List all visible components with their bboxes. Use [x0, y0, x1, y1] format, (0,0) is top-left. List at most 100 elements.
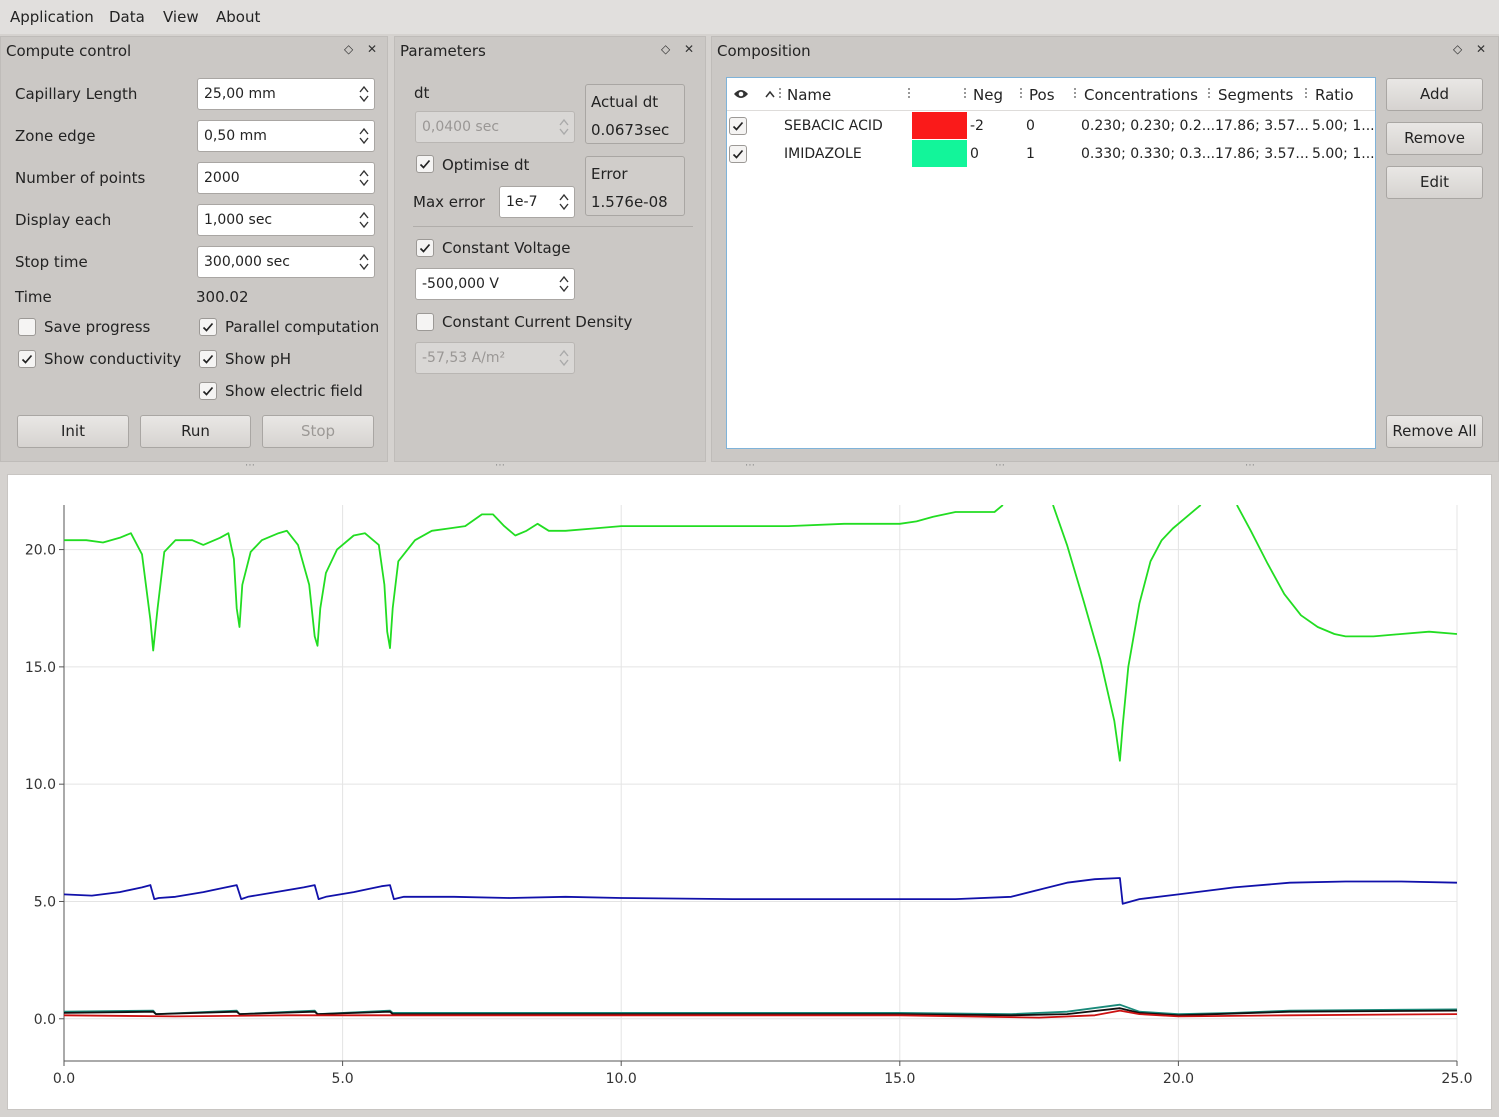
column-header-segments[interactable]: Segments [1218, 86, 1293, 104]
composition-panel: Composition ◇ ✕ Name Neg Pos Concentrati… [711, 36, 1499, 462]
column-header-concentrations[interactable]: Concentrations [1084, 86, 1198, 104]
plot-area[interactable]: 0.0 5.0 10.0 15.0 20.0 25.0 0.0 5.0 10.0 15.0 20.0 [7, 474, 1492, 1110]
x-tick-label: 10.0 [606, 1071, 637, 1087]
checkmark-icon [419, 243, 431, 253]
display-each-spinbox[interactable]: 1,000 sec [197, 204, 375, 236]
voltage-spinbox[interactable]: -500,000 V [415, 268, 575, 300]
parameters-title: Parameters [400, 42, 486, 60]
x-tick-label: 0.0 [53, 1071, 75, 1087]
error-box: Error 1.576e-08 [585, 156, 685, 216]
column-header-ratio[interactable]: Ratio [1315, 86, 1354, 104]
row-color-swatch[interactable] [912, 112, 967, 139]
show-conductivity-label: Show conductivity [44, 350, 182, 368]
row-color-swatch[interactable] [912, 140, 967, 167]
show-electric-field-label: Show electric field [225, 382, 363, 400]
table-row[interactable]: SEBACIC ACID -2 0 0.230; 0.230; 0.2... 1… [727, 112, 1375, 140]
row-visible-checkbox[interactable] [729, 117, 747, 135]
spin-arrows-icon[interactable] [559, 274, 569, 294]
spin-arrows-icon[interactable] [559, 117, 569, 137]
checkmark-icon [202, 386, 214, 396]
column-header-name[interactable]: Name [787, 86, 831, 104]
checkmark-icon [202, 322, 214, 332]
spin-arrows-icon[interactable] [359, 252, 369, 272]
show-electric-field-checkbox[interactable] [199, 382, 217, 400]
row-visible-checkbox[interactable] [729, 145, 747, 163]
parallel-computation-label: Parallel computation [225, 318, 380, 336]
max-error-spinbox[interactable]: 1e-7 [499, 186, 575, 218]
dt-spinbox[interactable]: 0,0400 sec [415, 111, 575, 143]
show-ph-checkbox[interactable] [199, 350, 217, 368]
column-header-neg[interactable]: Neg [973, 86, 1003, 104]
row-concentrations: 0.330; 0.330; 0.3... [1081, 146, 1216, 162]
capillary-length-spinbox[interactable]: 25,00 mm [197, 78, 375, 110]
composition-title: Composition [717, 42, 811, 60]
checkmark-icon [202, 354, 214, 364]
constant-current-density-checkbox[interactable] [416, 313, 434, 331]
column-separator [908, 88, 910, 98]
remove-all-button[interactable]: Remove All [1386, 415, 1483, 448]
spin-arrows-icon[interactable] [559, 192, 569, 212]
spin-arrows-icon[interactable] [359, 168, 369, 188]
row-concentrations: 0.230; 0.230; 0.2... [1081, 118, 1216, 134]
save-progress-label: Save progress [44, 318, 151, 336]
table-row[interactable]: IMIDAZOLE 0 1 0.330; 0.330; 0.3... 17.86… [727, 140, 1375, 168]
close-icon[interactable]: ✕ [684, 42, 694, 56]
splitter-handle[interactable]: ⋯ [745, 460, 755, 471]
column-separator [1020, 88, 1022, 98]
stop-time-spinbox[interactable]: 300,000 sec [197, 246, 375, 278]
menu-about[interactable]: About [216, 8, 260, 26]
header-divider [727, 110, 1375, 111]
line-chart[interactable]: 0.0 5.0 10.0 15.0 20.0 25.0 0.0 5.0 10.0 15.0 20.0 [8, 475, 1493, 1111]
divider [413, 226, 693, 227]
x-tick-label: 15.0 [884, 1071, 915, 1087]
spin-arrows-icon[interactable] [359, 126, 369, 146]
remove-button[interactable]: Remove [1386, 122, 1483, 155]
column-header-pos[interactable]: Pos [1029, 86, 1055, 104]
row-neg: -2 [970, 118, 984, 134]
constant-voltage-checkbox[interactable] [416, 239, 434, 257]
column-separator [1208, 88, 1210, 98]
splitter-handle[interactable]: ⋯ [245, 460, 255, 471]
parallel-computation-checkbox[interactable] [199, 318, 217, 336]
run-button[interactable]: Run [140, 415, 251, 448]
sort-ascending-icon[interactable] [765, 90, 775, 98]
error-value: 1.576e-08 [591, 193, 668, 211]
init-button[interactable]: Init [17, 415, 129, 448]
number-of-points-spinbox[interactable]: 2000 [197, 162, 375, 194]
splitter-handle[interactable]: ⋯ [495, 460, 505, 471]
float-icon[interactable]: ◇ [661, 42, 670, 56]
spin-arrows-icon[interactable] [359, 84, 369, 104]
splitter-handle[interactable]: ⋯ [995, 460, 1005, 471]
actual-dt-value: 0.0673 [591, 121, 644, 139]
edit-button[interactable]: Edit [1386, 166, 1483, 199]
show-conductivity-checkbox[interactable] [18, 350, 36, 368]
column-separator [1305, 88, 1307, 98]
eye-icon[interactable] [733, 88, 749, 100]
save-progress-checkbox[interactable] [18, 318, 36, 336]
parameters-panel: Parameters ◇ ✕ dt 0,0400 sec Actual dt 0… [394, 36, 706, 462]
row-ratio: 5.00; 1... [1312, 118, 1375, 134]
current-density-spinbox[interactable]: -57,53 A/m² [415, 342, 575, 374]
menu-application[interactable]: Application [10, 8, 94, 26]
close-icon[interactable]: ✕ [367, 42, 377, 56]
optimise-dt-checkbox[interactable] [416, 155, 434, 173]
close-icon[interactable]: ✕ [1476, 42, 1486, 56]
y-tick-label: 5.0 [34, 894, 56, 910]
x-tick-label: 25.0 [1441, 1071, 1472, 1087]
spin-arrows-icon[interactable] [559, 348, 569, 368]
time-label: Time [15, 288, 52, 306]
checkmark-icon [419, 159, 431, 169]
menu-view[interactable]: View [163, 8, 199, 26]
float-icon[interactable]: ◇ [1453, 42, 1462, 56]
checkmark-icon [732, 121, 744, 131]
add-button[interactable]: Add [1386, 78, 1483, 111]
spin-arrows-icon[interactable] [359, 210, 369, 230]
stop-button[interactable]: Stop [262, 415, 374, 448]
splitter-handle[interactable]: ⋯ [1245, 460, 1255, 471]
zone-edge-spinbox[interactable]: 0,50 mm [197, 120, 375, 152]
composition-table: Name Neg Pos Concentrations Segments Rat… [726, 77, 1376, 449]
menu-data[interactable]: Data [109, 8, 145, 26]
time-value: 300.02 [196, 288, 249, 306]
float-icon[interactable]: ◇ [344, 42, 353, 56]
y-tick-label: 20.0 [25, 543, 56, 559]
